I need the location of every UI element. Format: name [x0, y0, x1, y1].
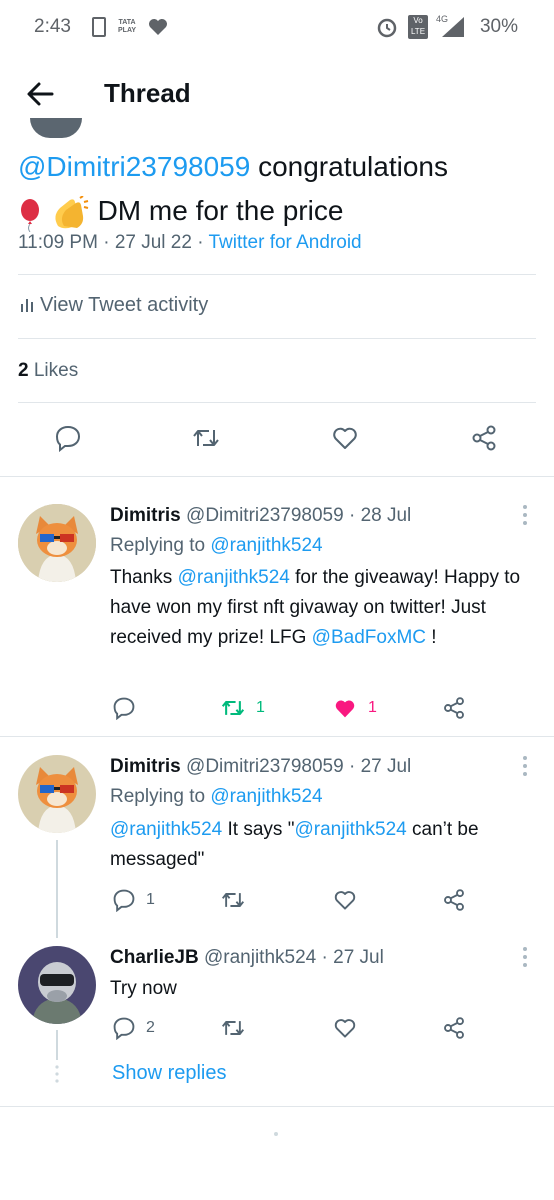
retweet-icon[interactable] — [220, 1016, 246, 1040]
avatar[interactable] — [18, 504, 96, 582]
avatar[interactable] — [18, 946, 96, 1024]
reply-text: Try now — [110, 978, 177, 999]
display-name[interactable]: Dimitris — [110, 505, 181, 526]
alarm-icon — [377, 18, 397, 38]
more-options-icon[interactable] — [520, 754, 530, 778]
back-arrow-icon[interactable] — [24, 78, 56, 110]
volte-icon: Vo LTE — [408, 15, 428, 39]
like-icon[interactable] — [332, 888, 358, 912]
share-icon[interactable] — [442, 1016, 466, 1040]
reply-header: Dimitris @Dimitri23798059 · 28 Jul — [110, 505, 412, 526]
reply-icon[interactable] — [112, 888, 136, 912]
divider — [18, 402, 536, 403]
mention-link[interactable]: @ranjithk524 — [110, 819, 222, 840]
reply-icon[interactable] — [112, 696, 136, 720]
reply-icon[interactable] — [54, 424, 82, 452]
replying-to-link[interactable]: @ranjithk524 — [210, 535, 322, 556]
retweet-icon[interactable] — [220, 696, 246, 720]
reply-icon[interactable] — [112, 1016, 136, 1040]
more-options-icon[interactable] — [520, 503, 530, 527]
tweet-meta: 11:09 PM · 27 Jul 22 · Twitter for Andro… — [18, 232, 362, 253]
like-icon[interactable] — [331, 424, 359, 452]
tweet-time: 11:09 PM — [18, 232, 98, 253]
heart-status-icon — [149, 19, 167, 35]
battery-level: 30% — [479, 16, 518, 37]
reply-date: 28 Jul — [360, 505, 412, 526]
mention-link[interactable]: @Dimitri23798059 — [18, 151, 250, 182]
likes-count-link[interactable]: 2 Likes — [18, 360, 78, 382]
signal-icon — [442, 17, 464, 37]
divider — [18, 274, 536, 275]
mention-link[interactable]: @ranjithk524 — [178, 567, 290, 588]
reply-count: 1 — [146, 891, 155, 908]
thread-connector — [56, 840, 58, 938]
carrier-logo: TATA PLAY — [118, 19, 137, 34]
like-icon[interactable] — [332, 1016, 358, 1040]
divider — [0, 1106, 554, 1107]
tweet-date: 27 Jul 22 — [114, 232, 192, 253]
show-replies-link[interactable]: Show replies — [112, 1062, 227, 1085]
share-icon[interactable] — [442, 696, 466, 720]
share-icon[interactable] — [442, 888, 466, 912]
retweet-icon[interactable] — [220, 888, 246, 912]
tweet-source-link[interactable]: Twitter for Android — [208, 232, 361, 253]
reply-header: Dimitris @Dimitri23798059 · 27 Jul — [110, 756, 412, 777]
page-title: Thread — [104, 78, 191, 108]
analytics-icon — [21, 299, 33, 312]
more-options-icon[interactable] — [520, 945, 530, 969]
mention-link[interactable]: @BadFoxMC — [312, 627, 426, 648]
retweet-icon[interactable] — [192, 424, 220, 452]
retweet-count: 1 — [256, 699, 265, 716]
reply-text: Thanks @ranjithk524 for the giveaway! Ha… — [110, 567, 521, 648]
loading-dot — [274, 1132, 278, 1136]
reply-count: 2 — [146, 1019, 155, 1036]
reply-text: @ranjithk524 It says "@ranjithk524 can’t… — [110, 819, 479, 870]
replying-to-link[interactable]: @ranjithk524 — [210, 786, 322, 807]
display-name[interactable]: CharlieJB — [110, 947, 199, 968]
balloon-emoji-icon — [18, 198, 42, 232]
user-handle[interactable]: @ranjithk524 — [204, 947, 316, 968]
status-bar: 2:43 TATA PLAY Vo LTE 4G 30% — [0, 0, 554, 56]
divider — [18, 338, 536, 339]
user-handle[interactable]: @Dimitri23798059 — [186, 505, 344, 526]
reply-date: 27 Jul — [333, 947, 384, 968]
divider — [0, 476, 554, 477]
replying-to: Replying to @ranjithk524 — [110, 786, 323, 807]
download-icon — [92, 17, 106, 37]
main-tweet-text: @Dimitri23798059 congratulations DM me f… — [18, 145, 538, 233]
clapping-hands-emoji-icon — [50, 194, 90, 230]
share-icon[interactable] — [470, 424, 498, 452]
like-count: 1 — [368, 699, 377, 716]
like-icon-active[interactable] — [332, 696, 358, 720]
avatar[interactable] — [18, 755, 96, 833]
user-handle[interactable]: @Dimitri23798059 — [186, 756, 344, 777]
main-tweet-avatar-partial[interactable] — [30, 118, 82, 138]
thread-connector — [56, 1030, 58, 1060]
reply-header: CharlieJB @ranjithk524 · 27 Jul — [110, 947, 384, 968]
divider — [0, 736, 554, 737]
reply-date: 27 Jul — [360, 756, 412, 777]
view-tweet-activity-button[interactable]: View Tweet activity — [18, 294, 208, 317]
display-name[interactable]: Dimitris — [110, 756, 181, 777]
thread-more-dots-icon — [55, 1065, 59, 1083]
status-time: 2:43 — [34, 16, 71, 37]
replying-to: Replying to @ranjithk524 — [110, 535, 323, 556]
mention-link[interactable]: @ranjithk524 — [294, 819, 406, 840]
